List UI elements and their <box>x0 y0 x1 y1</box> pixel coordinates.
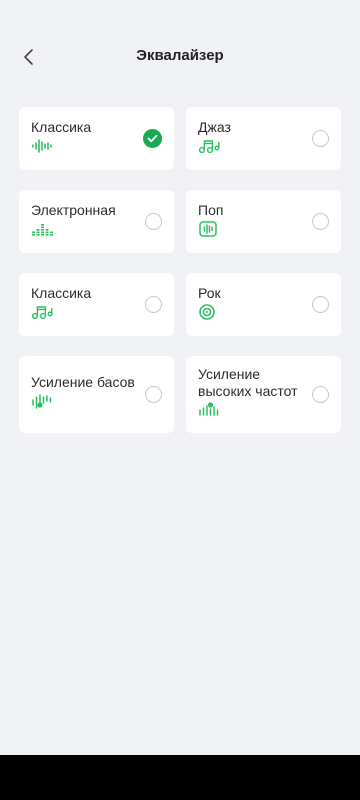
preset-card-jazz[interactable]: Джаз <box>186 107 341 170</box>
preset-card-electronic[interactable]: Электронная <box>19 190 174 253</box>
checkmark-icon <box>147 134 158 142</box>
music-notes-icon <box>198 140 220 154</box>
preset-radio-selected[interactable] <box>143 128 162 148</box>
preset-label: Усиление высоких частот <box>198 366 298 399</box>
preset-label: Классика <box>31 285 92 301</box>
preset-radio[interactable] <box>145 295 162 313</box>
system-navigation-bar <box>0 755 360 800</box>
preset-radio[interactable] <box>145 385 162 403</box>
app-header: Эквалайзер <box>0 0 360 115</box>
treble-boost-icon <box>199 402 219 416</box>
preset-radio[interactable] <box>312 295 329 313</box>
preset-card-treble-boost[interactable]: Усиление высоких частот <box>186 356 341 433</box>
preset-label: Джаз <box>198 119 231 135</box>
equalizer-presets-grid: Классика Джаз Электронная Поп Классика Р… <box>19 107 341 433</box>
preset-card-bass-boost[interactable]: Усиление басов <box>19 356 174 433</box>
vinyl-disc-icon <box>199 304 215 320</box>
waveform-icon <box>32 139 52 153</box>
preset-card-classic-2[interactable]: Классика <box>19 273 174 336</box>
preset-radio[interactable] <box>312 129 329 147</box>
preset-label: Классика <box>31 119 92 135</box>
preset-label: Рок <box>198 285 221 301</box>
preset-radio[interactable] <box>312 212 329 230</box>
equalizer-bars-icon <box>32 224 53 236</box>
preset-label: Усиление басов <box>31 374 135 390</box>
preset-card-pop[interactable]: Поп <box>186 190 341 253</box>
bass-boost-icon <box>32 394 52 409</box>
music-notes-icon <box>31 306 53 320</box>
preset-radio[interactable] <box>312 385 329 403</box>
preset-card-classic[interactable]: Классика <box>19 107 174 170</box>
preset-radio[interactable] <box>145 212 162 230</box>
preset-label: Поп <box>198 202 224 218</box>
soundwave-box-icon <box>199 221 217 237</box>
preset-card-rock[interactable]: Рок <box>186 273 341 336</box>
page-title: Эквалайзер <box>136 47 224 64</box>
preset-label: Электронная <box>31 202 116 218</box>
